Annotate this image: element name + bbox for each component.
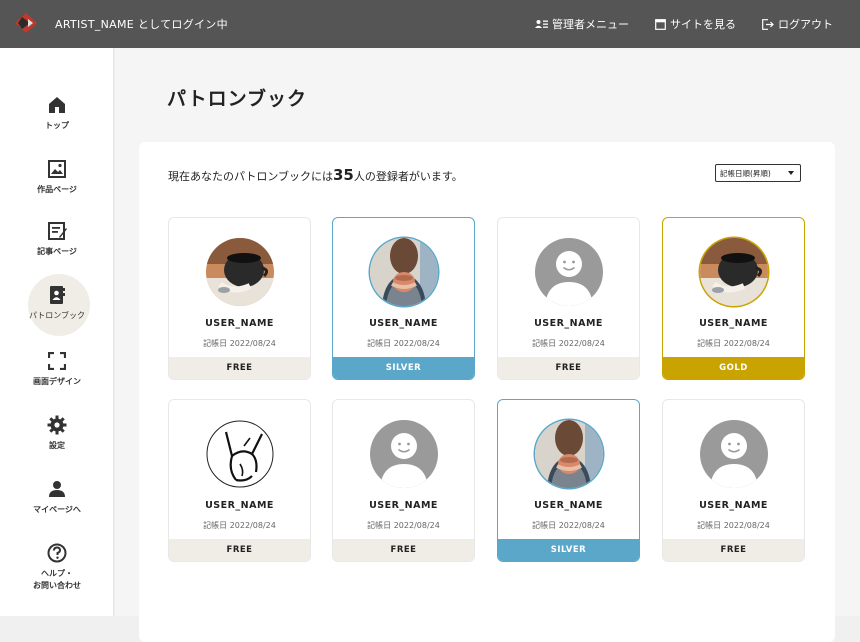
avatar [700,238,768,306]
sidebar-item-patron-book[interactable]: パトロンブック [0,284,114,346]
patron-name: USER_NAME [534,500,603,511]
caret-down-icon [788,171,794,175]
admin-menu-icon [535,20,548,28]
patron-card[interactable]: USER_NAME 記帳日 2022/08/24 SILVER [332,217,475,380]
patron-card[interactable]: USER_NAME 記帳日 2022/08/24 SILVER [497,399,640,562]
patron-tier-badge: SILVER [498,539,639,561]
logout-link[interactable]: ログアウト [762,16,833,32]
help-icon [47,543,67,563]
patron-signup-date: 記帳日 2022/08/24 [203,521,276,530]
browser-window-icon [655,18,666,30]
admin-menu-link[interactable]: 管理者メニュー [535,16,629,32]
avatar [700,420,768,488]
brand-logo-icon[interactable] [14,12,38,34]
top-bar: ARTIST_NAME としてログイン中 管理者メニュー サイトを見る ログアウ… [0,0,860,48]
avatar [206,420,274,488]
sidebar-item-label: マイページへ [33,505,81,514]
patron-name: USER_NAME [369,318,438,329]
person-icon [49,481,65,497]
patron-tier-badge: GOLD [663,357,804,379]
patron-tier-badge: FREE [169,539,310,561]
patron-name: USER_NAME [699,500,768,511]
sidebar-item-label: ヘルプ・ [41,569,73,578]
patron-tier-badge: SILVER [333,357,474,379]
patron-count-summary: 現在あなたのパトロンブックには35人の登録者がいます。 [168,166,463,184]
fullscreen-icon [48,352,66,370]
sidebar-item-label: お問い合わせ [33,581,81,590]
sidebar-item-label: パトロンブック [29,311,85,320]
sidebar-item-help[interactable]: ヘルプ・ お問い合わせ [0,542,114,604]
patron-name: USER_NAME [699,318,768,329]
patron-count: 35 [333,166,354,184]
sidebar-item-screen-design[interactable]: 画面デザイン [0,350,114,412]
patron-tier-badge: FREE [333,539,474,561]
sort-order-select[interactable]: 記帳日順(昇順) [715,164,801,182]
sidebar-item-label: トップ [45,121,69,130]
patron-card[interactable]: USER_NAME 記帳日 2022/08/24 FREE [168,399,311,562]
avatar [370,420,438,488]
patron-book-panel: 現在あなたのパトロンブックには35人の登録者がいます。 記帳日順(昇順) USE… [139,142,835,642]
patron-name: USER_NAME [534,318,603,329]
patron-signup-date: 記帳日 2022/08/24 [367,339,440,348]
patron-signup-date: 記帳日 2022/08/24 [532,339,605,348]
gear-icon [47,415,67,435]
image-icon [48,160,66,178]
logout-label: ログアウト [778,18,833,31]
page-title: パトロンブック [167,88,308,110]
patron-signup-date: 記帳日 2022/08/24 [203,339,276,348]
avatar [206,238,274,306]
sidebar-item-label: 画面デザイン [33,377,81,386]
patron-book-icon [50,286,65,304]
view-site-label: サイトを見る [670,18,736,31]
sidebar-item-articles[interactable]: 記事ページ [0,220,114,282]
avatar [535,238,603,306]
sidebar-item-label: 記事ページ [37,247,77,256]
summary-prefix: 現在あなたのパトロンブックには [168,170,333,183]
sidebar-item-works[interactable]: 作品ページ [0,158,114,220]
sidebar-item-mypage[interactable]: マイページへ [0,478,114,540]
patron-card[interactable]: USER_NAME 記帳日 2022/08/24 FREE [168,217,311,380]
avatar [370,238,438,306]
patron-card[interactable]: USER_NAME 記帳日 2022/08/24 FREE [662,399,805,562]
patron-tier-badge: FREE [169,357,310,379]
admin-menu-label: 管理者メニュー [552,18,629,31]
patron-signup-date: 記帳日 2022/08/24 [532,521,605,530]
patron-signup-date: 記帳日 2022/08/24 [697,521,770,530]
logout-icon [762,18,774,30]
summary-suffix: 人の登録者がいます。 [353,170,463,183]
sort-selected-value: 記帳日順(昇順) [720,169,771,178]
view-site-link[interactable]: サイトを見る [655,16,736,32]
patron-card[interactable]: USER_NAME 記帳日 2022/08/24 FREE [332,399,475,562]
sidebar-item-label: 設定 [49,441,65,450]
sidebar-item-settings[interactable]: 設定 [0,414,114,476]
patron-name: USER_NAME [205,500,274,511]
home-icon [49,97,65,113]
sidebar: トップ 作品ページ 記事ページ パトロンブック 画面デザイン 設定 マイページへ… [0,48,114,616]
login-status-text: ARTIST_NAME としてログイン中 [55,18,228,31]
patron-tier-badge: FREE [498,357,639,379]
patron-name: USER_NAME [369,500,438,511]
patron-card[interactable]: USER_NAME 記帳日 2022/08/24 FREE [497,217,640,380]
patron-card[interactable]: USER_NAME 記帳日 2022/08/24 GOLD [662,217,805,380]
patron-name: USER_NAME [205,318,274,329]
patron-signup-date: 記帳日 2022/08/24 [697,339,770,348]
edit-article-icon [47,222,67,240]
patron-signup-date: 記帳日 2022/08/24 [367,521,440,530]
patron-tier-badge: FREE [663,539,804,561]
main-content: パトロンブック 現在あなたのパトロンブックには35人の登録者がいます。 記帳日順… [115,48,860,642]
sidebar-item-label: 作品ページ [37,185,77,194]
sidebar-item-top[interactable]: トップ [0,94,114,156]
avatar [535,420,603,488]
